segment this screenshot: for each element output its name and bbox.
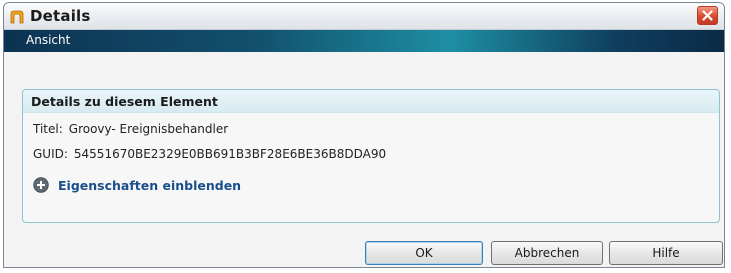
show-properties-label: Eigenschaften einblenden: [58, 177, 242, 193]
close-button[interactable]: [697, 6, 718, 25]
guid-label: GUID:: [33, 147, 68, 161]
titel-label: Titel:: [33, 122, 63, 136]
details-dialog: Details Ansicht Details zu diesem Elemen…: [3, 2, 725, 268]
close-icon: [702, 6, 713, 25]
title-bar[interactable]: Details: [4, 3, 724, 30]
ok-button[interactable]: OK: [365, 241, 483, 265]
group-header: Details zu diesem Element: [23, 90, 719, 113]
menu-item-ansicht[interactable]: Ansicht: [26, 33, 70, 47]
title-row: Titel: Groovy- Ereignisbehandler: [33, 122, 228, 136]
guid-row: GUID: 54551670BE2329E0BB691B3BF28E6BE36B8…: [33, 147, 386, 161]
group-title: Details zu diesem Element: [31, 94, 218, 109]
guid-value: 54551670BE2329E0BB691B3BF28E6BE36B8DDA90: [73, 147, 387, 161]
menu-bar: Ansicht: [4, 30, 724, 52]
help-button[interactable]: Hilfe: [609, 241, 723, 265]
show-properties-link[interactable]: Eigenschaften einblenden: [33, 176, 241, 194]
window-title: Details: [30, 7, 91, 25]
titel-value: Groovy- Ereignisbehandler: [68, 122, 229, 136]
cancel-button[interactable]: Abbrechen: [491, 241, 603, 265]
details-group: Details zu diesem Element Titel: Groovy- …: [22, 89, 720, 223]
folder-icon: [10, 9, 24, 24]
plus-circle-icon: [33, 177, 49, 193]
